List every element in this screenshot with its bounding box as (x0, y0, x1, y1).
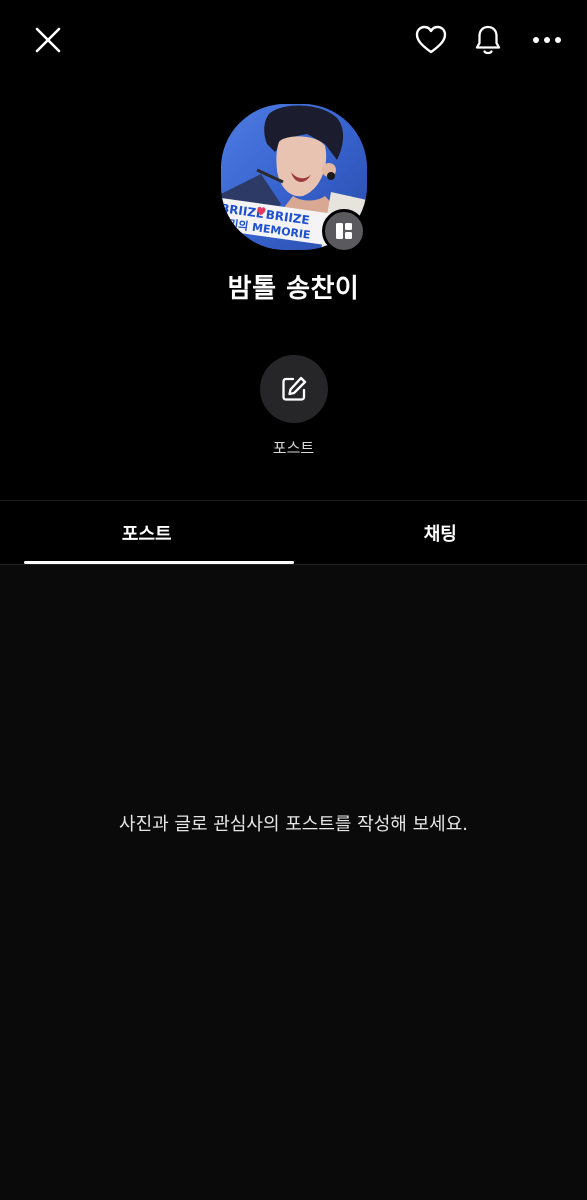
more-horizontal-icon (533, 37, 561, 43)
tab-bar: 포스트 채팅 (0, 501, 587, 565)
profile-name: 밤톨 송찬이 (227, 274, 360, 304)
notification-button[interactable] (466, 18, 510, 62)
posts-content-area: 사진과 글로 관심사의 포스트를 작성해 보세요. (0, 565, 587, 1200)
tab-posts[interactable]: 포스트 (0, 501, 294, 565)
close-icon (35, 27, 61, 53)
write-post-label: 포스트 (272, 439, 315, 457)
close-button[interactable] (26, 18, 70, 62)
heart-icon (415, 25, 447, 54)
profile-avatar-container[interactable]: BRIIZE BRIIZE 우리의 MEMORIE (221, 104, 367, 253)
top-bar (0, 0, 587, 80)
more-button[interactable] (525, 18, 569, 62)
edit-icon (282, 376, 307, 401)
like-button[interactable] (409, 18, 453, 62)
write-post-button[interactable] (260, 355, 328, 423)
tab-chat[interactable]: 채팅 (294, 501, 587, 565)
layout-widget-icon (336, 223, 352, 239)
bell-icon (475, 25, 501, 55)
avatar-badge[interactable] (322, 209, 366, 253)
empty-state-message: 사진과 글로 관심사의 포스트를 작성해 보세요. (119, 814, 468, 835)
